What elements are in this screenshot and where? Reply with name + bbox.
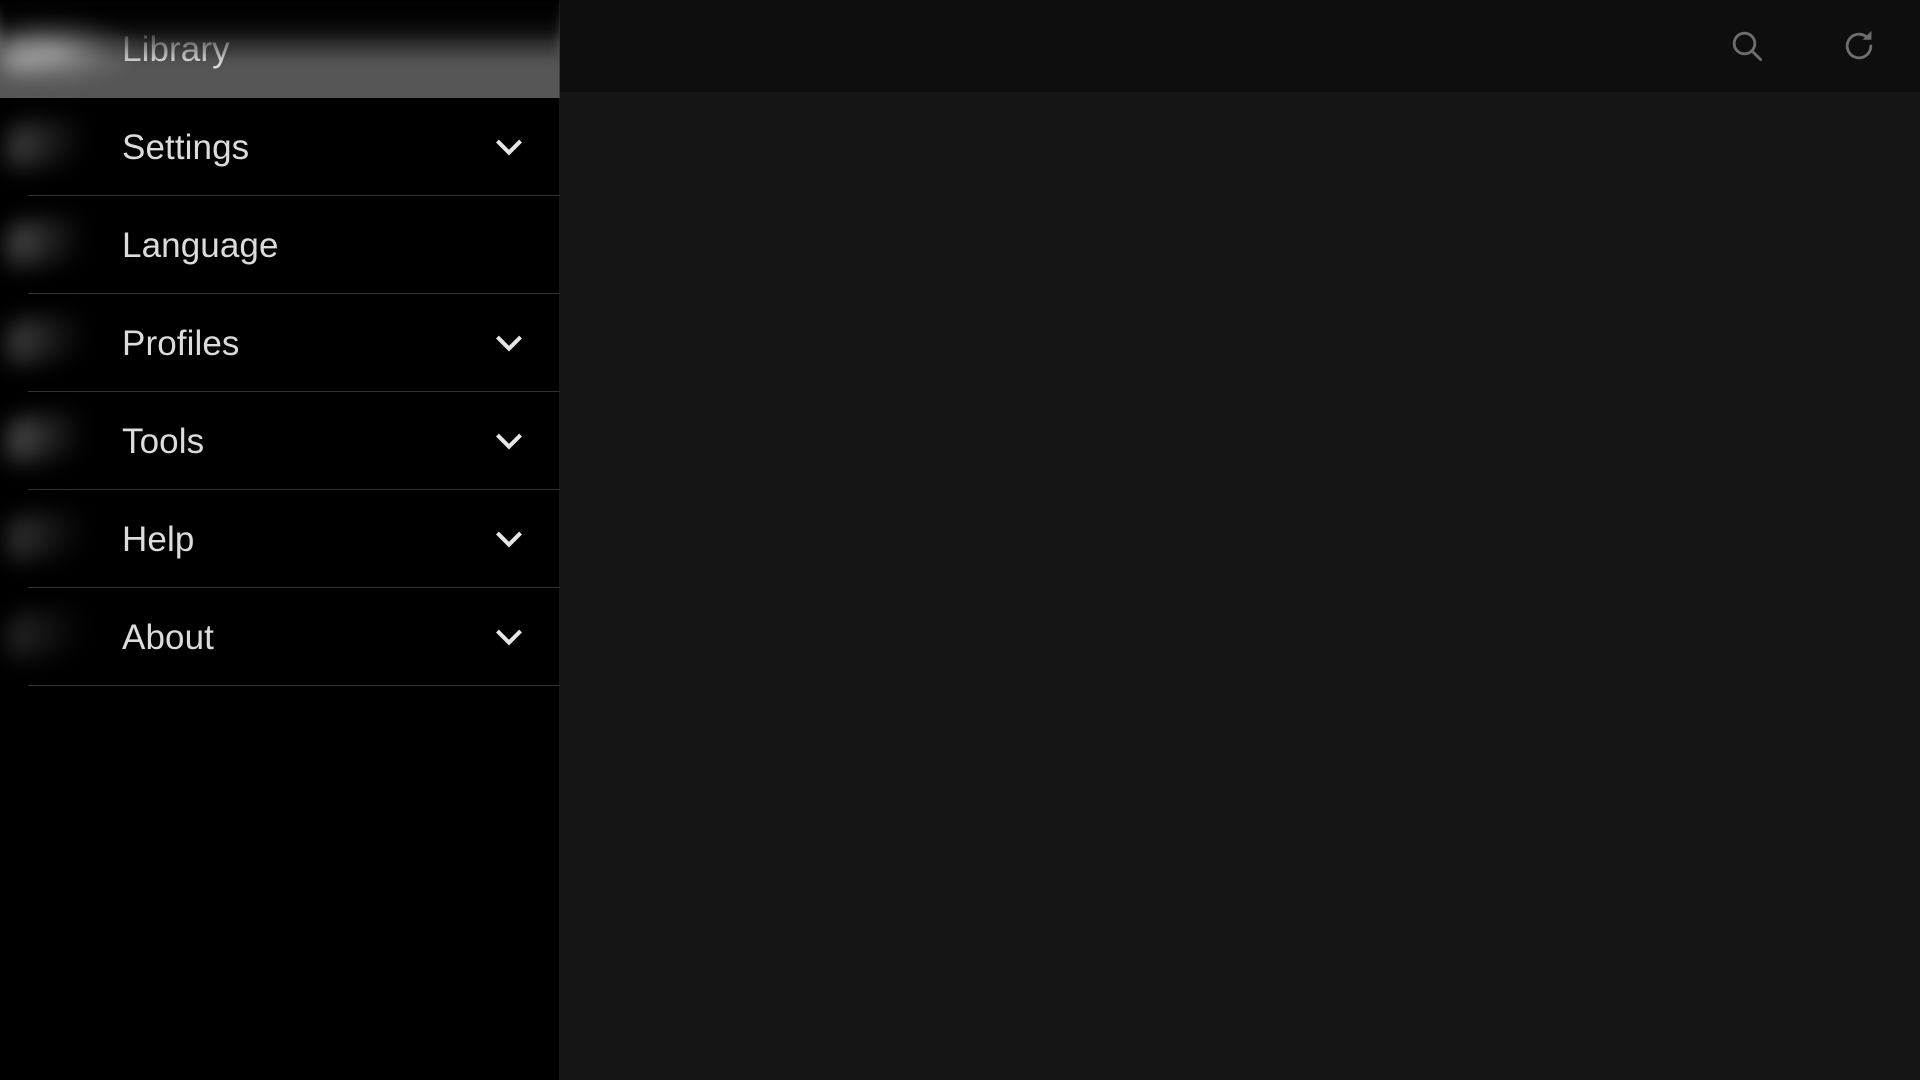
app-window: Library Settings Language Profiles Tools H… [0,0,1920,1080]
chevron-down-icon[interactable] [480,314,538,372]
search-icon [1727,26,1767,66]
search-button[interactable] [1708,7,1786,85]
drawer-item-label: Library [122,29,230,69]
chevron-down-icon[interactable] [480,510,538,568]
drawer-item-about[interactable]: About [0,588,560,686]
drawer-item-profiles[interactable]: Profiles [0,294,560,392]
drawer-item-label: Profiles [122,323,240,363]
refresh-icon [1839,26,1879,66]
drawer-item-label: Language [122,225,279,265]
chevron-down-icon[interactable] [480,118,538,176]
drawer-empty-space [0,740,560,1080]
drawer-item-tools[interactable]: Tools [0,392,560,490]
drawer-item-settings[interactable]: Settings [0,98,560,196]
app-bar-actions [1708,0,1898,92]
drawer-item-label: Tools [122,421,205,461]
drawer-item-help[interactable]: Help [0,490,560,588]
navigation-drawer: Library Settings Language Profiles Tools H… [0,0,560,1080]
drawer-item-language[interactable]: Language [0,196,560,294]
drawer-menu-list: Library Settings Language Profiles Tools H… [0,0,560,686]
drawer-item-divider [28,685,560,686]
drawer-edge-divider [559,0,560,1080]
drawer-item-label: Settings [122,127,250,167]
chevron-down-icon[interactable] [480,608,538,666]
chevron-down-icon[interactable] [480,412,538,470]
refresh-button[interactable] [1820,7,1898,85]
drawer-item-label: About [122,617,214,657]
drawer-item-library[interactable]: Library [0,0,560,98]
drawer-item-label: Help [122,519,195,559]
